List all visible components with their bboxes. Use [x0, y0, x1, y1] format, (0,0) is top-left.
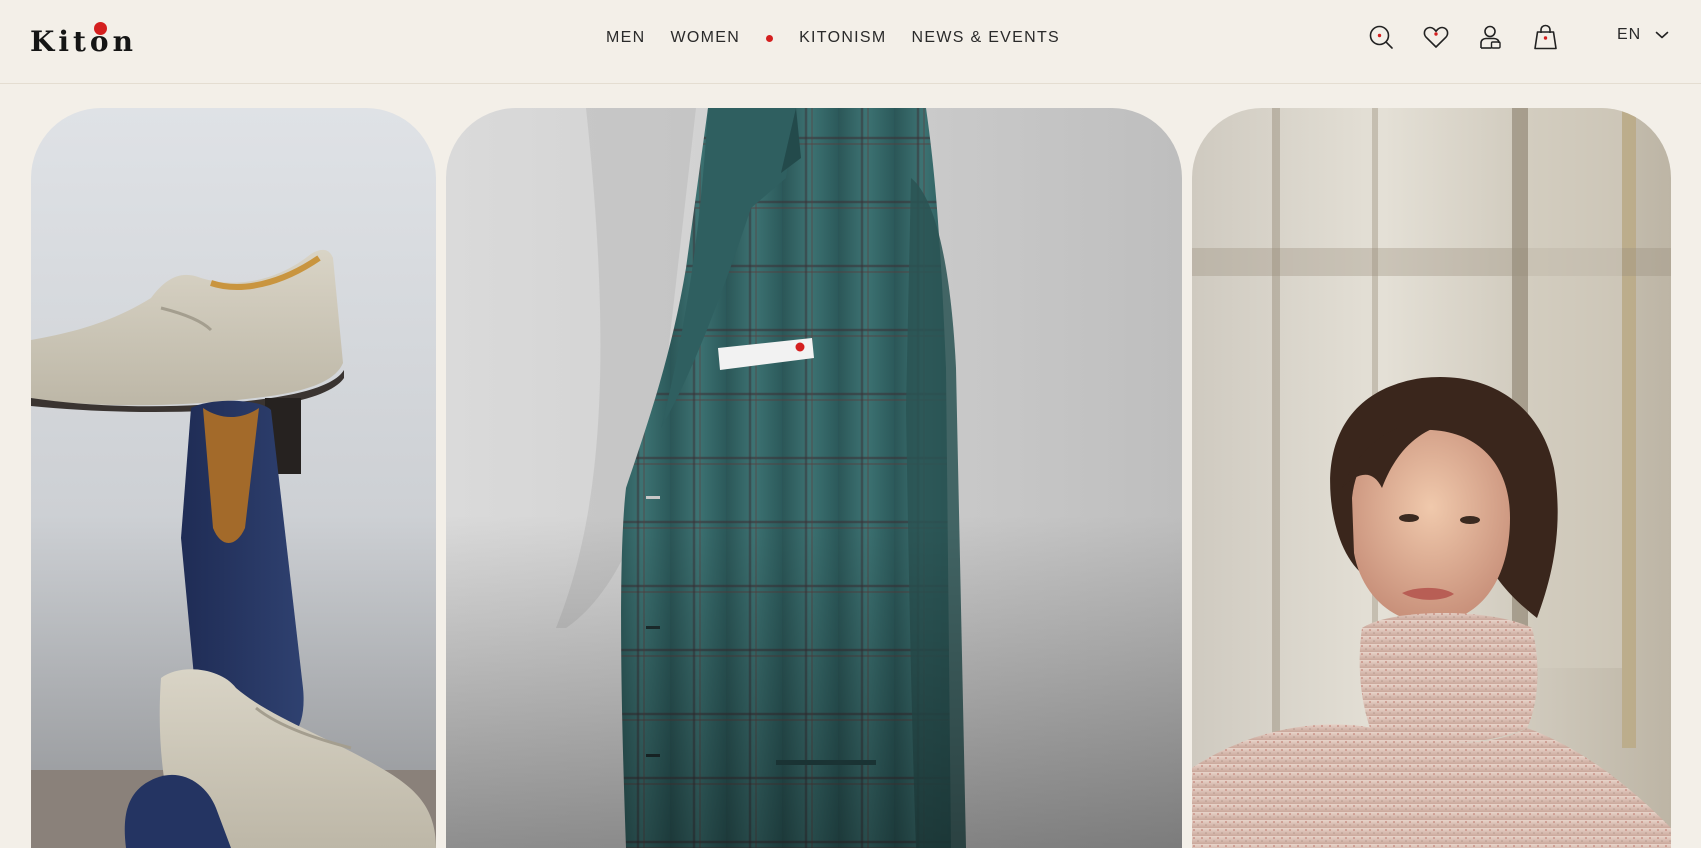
- nav-separator-dot: [766, 34, 774, 42]
- nav-item-news-events[interactable]: NEWS & EVENTS: [912, 29, 1060, 47]
- shopping-bag-icon: [1534, 24, 1557, 50]
- promo-tile-loafers[interactable]: [31, 108, 436, 848]
- brand-logo-text: Kiton: [30, 25, 137, 58]
- jacket-image: [446, 108, 1182, 848]
- wishlist-button[interactable]: [1421, 22, 1451, 52]
- brand-logo-dot: [94, 22, 107, 35]
- promo-tile-woman[interactable]: [1192, 108, 1671, 848]
- search-icon: [1369, 25, 1393, 49]
- nav-item-kitonism[interactable]: KITONISM: [799, 29, 886, 47]
- account-icon: [1480, 25, 1501, 49]
- nav-item-women[interactable]: WOMEN: [670, 29, 740, 47]
- main-nav: MEN WOMEN KITONISM NEWS & EVENTS: [606, 26, 1060, 50]
- chevron-down-icon: [1655, 31, 1669, 39]
- site-header: Kiton MEN WOMEN KITONISM NEWS & EVENTS E…: [0, 0, 1701, 84]
- language-label: EN: [1617, 26, 1642, 43]
- language-selector[interactable]: EN: [1617, 26, 1669, 44]
- search-button[interactable]: [1366, 22, 1396, 52]
- loafers-image: [31, 108, 436, 848]
- nav-item-men[interactable]: MEN: [606, 29, 645, 47]
- account-button[interactable]: [1476, 22, 1506, 52]
- header-actions: [1366, 22, 1561, 52]
- cart-button[interactable]: [1531, 22, 1561, 52]
- heart-icon: [1423, 26, 1449, 48]
- brand-logo[interactable]: Kiton: [30, 22, 220, 58]
- promo-tile-jacket[interactable]: [446, 108, 1182, 848]
- woman-image: [1192, 108, 1671, 848]
